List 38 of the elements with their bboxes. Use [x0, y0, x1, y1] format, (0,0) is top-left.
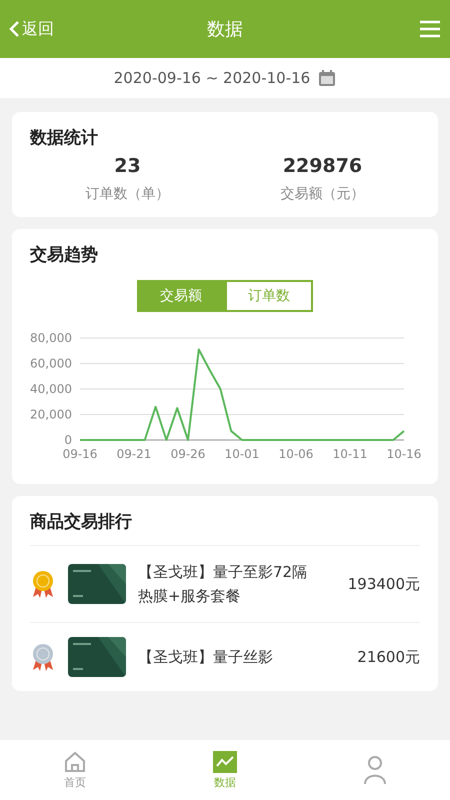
medal-icon [30, 569, 56, 599]
y-tick-label: 60,000 [30, 356, 72, 370]
card-title: 数据统计 [30, 127, 99, 149]
medal-icon [30, 642, 56, 672]
page-title: 数据 [207, 18, 243, 41]
card-title: 交易趋势 [30, 244, 99, 266]
x-tick-label: 10-01 [224, 447, 260, 461]
stat-value: 229876 [282, 155, 362, 177]
stat-label: 交易额（元） [280, 185, 364, 203]
x-tick-label: 09-16 [62, 447, 98, 461]
back-button[interactable]: 返回 [8, 18, 78, 40]
chart-icon [213, 750, 237, 772]
x-tick-label: 10-16 [386, 447, 422, 461]
y-tick-label: 0 [64, 433, 72, 447]
segment-tab[interactable]: 订单数 [225, 280, 313, 312]
chevron-left-icon [8, 20, 20, 38]
y-tick-label: 20,000 [30, 408, 72, 422]
tab-bar-item[interactable]: 数据 [150, 740, 300, 800]
segment-tab[interactable]: 交易额 [137, 280, 225, 312]
menu-icon [418, 19, 442, 39]
date-range[interactable]: 2020-09-16 ~ 2020-10-16 [114, 69, 310, 87]
calendar-icon[interactable] [318, 69, 336, 87]
x-tick-label: 09-21 [116, 447, 152, 461]
x-tick-label: 10-06 [278, 447, 314, 461]
y-tick-label: 80,000 [30, 331, 72, 345]
product-amount: 193400元 [348, 574, 420, 594]
card-title: 商品交易排行 [30, 511, 133, 533]
product-amount: 21600元 [357, 648, 420, 666]
stat-label: 订单数（单） [86, 185, 170, 203]
product-name: 【圣戈班】量子丝影 [138, 647, 274, 668]
product-name: 【圣戈班】量子至影72隔热膜+服务套餐 [138, 562, 308, 607]
y-tick-label: 40,000 [30, 382, 72, 396]
home-icon [63, 750, 87, 772]
x-tick-label: 09-26 [170, 447, 206, 461]
stat-value: 23 [114, 155, 141, 177]
tab-bar-item[interactable]: 首页 [0, 740, 150, 800]
x-tick-label: 10-11 [332, 447, 368, 461]
person-icon [363, 755, 387, 785]
